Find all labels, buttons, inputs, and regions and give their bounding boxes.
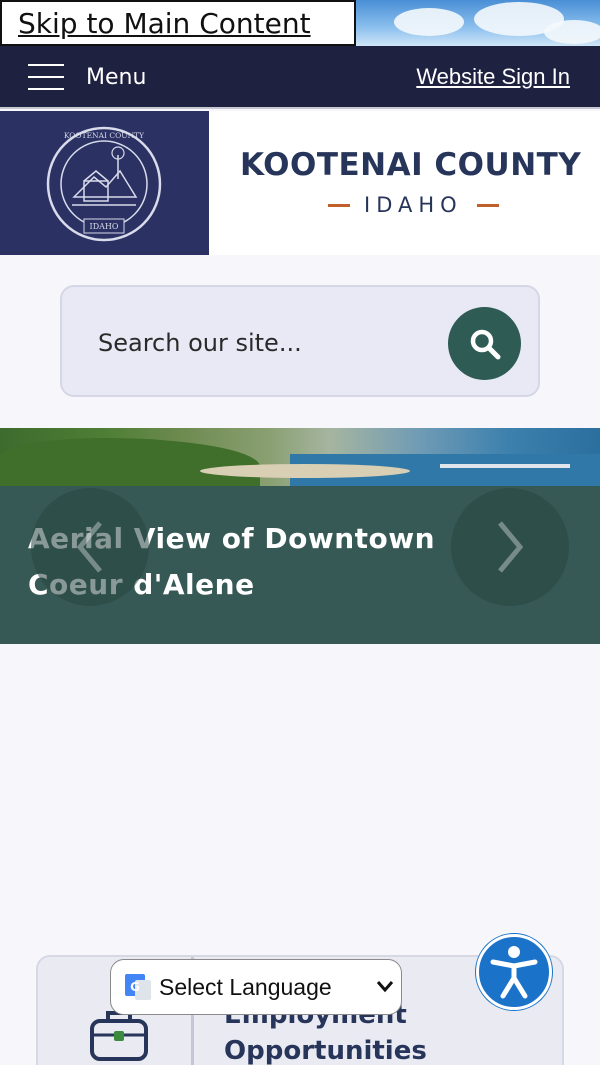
site-header: IDAHO KOOTENAI COUNTY KOOTENAI COUNTY ID… bbox=[0, 111, 600, 255]
website-sign-in-link[interactable]: Website Sign In bbox=[416, 64, 570, 90]
search-icon bbox=[470, 329, 500, 359]
accessibility-button[interactable] bbox=[476, 934, 552, 1010]
svg-text:G: G bbox=[130, 980, 140, 994]
skip-to-main-content-link[interactable]: Skip to Main Content bbox=[0, 0, 356, 46]
chevron-left-icon bbox=[76, 521, 102, 573]
seal-county-text: KOOTENAI COUNTY bbox=[64, 131, 145, 140]
top-strip: Skip to Main Content bbox=[0, 0, 600, 46]
top-navbar: Menu Website Sign In bbox=[0, 46, 600, 109]
next-slide-button[interactable] bbox=[451, 488, 569, 606]
hero-slideshow: Aerial View of Downtown Coeur d'Alene bbox=[0, 428, 600, 644]
sky-banner bbox=[354, 0, 600, 46]
hamburger-icon bbox=[28, 64, 64, 90]
chevron-down-icon bbox=[376, 981, 394, 993]
hero-photo bbox=[0, 428, 600, 486]
google-translate-icon: G bbox=[125, 974, 151, 1000]
county-seal-icon: IDAHO KOOTENAI COUNTY bbox=[46, 126, 162, 242]
menu-button[interactable]: Menu bbox=[28, 60, 146, 94]
search-bar bbox=[60, 285, 540, 397]
dash-left bbox=[328, 203, 350, 207]
menu-label: Menu bbox=[86, 64, 147, 90]
select-language-label: Select Language bbox=[159, 973, 332, 1000]
dash-right bbox=[476, 203, 499, 207]
state-name: IDAHO bbox=[364, 193, 463, 217]
previous-slide-button[interactable] bbox=[31, 488, 149, 606]
seal-state-text: IDAHO bbox=[90, 222, 119, 231]
site-subtitle: IDAHO bbox=[328, 193, 499, 217]
select-language-dropdown[interactable]: G Select Language bbox=[110, 959, 402, 1015]
site-title: KOOTENAI COUNTY bbox=[240, 147, 582, 183]
search-button[interactable] bbox=[448, 307, 521, 380]
county-seal-logo[interactable]: IDAHO KOOTENAI COUNTY bbox=[0, 111, 209, 255]
search-input[interactable] bbox=[98, 317, 428, 369]
accessibility-icon bbox=[490, 946, 538, 999]
chevron-right-icon bbox=[498, 521, 524, 573]
